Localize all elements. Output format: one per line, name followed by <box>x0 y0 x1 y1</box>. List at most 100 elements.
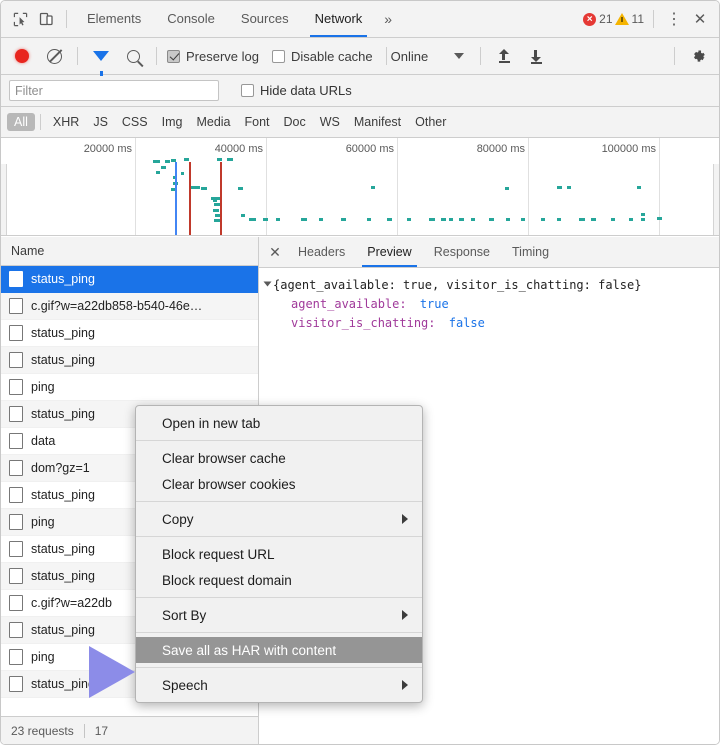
context-menu-item[interactable]: Copy <box>136 506 422 532</box>
record-button[interactable] <box>9 43 35 69</box>
context-menu-separator <box>136 667 422 668</box>
error-counter[interactable]: × 21 <box>583 12 613 26</box>
context-menu-item[interactable]: Open in new tab <box>136 410 422 436</box>
hide-data-urls-checkbox[interactable] <box>241 84 254 97</box>
detail-tab-preview[interactable]: Preview <box>356 237 422 267</box>
preview-root-line[interactable]: {agent_available: true, visitor_is_chatt… <box>263 276 719 295</box>
request-name-label: c.gif?w=a22db <box>31 596 112 610</box>
overview-tick-label: 20000 ms <box>83 143 132 155</box>
context-menu-item[interactable]: Sort By <box>136 602 422 628</box>
document-icon <box>9 595 23 611</box>
context-menu-item[interactable]: Speech <box>136 672 422 698</box>
context-menu-item-label: Sort By <box>162 607 207 623</box>
type-filter-all[interactable]: All <box>7 113 35 131</box>
context-menu-item-label: Copy <box>162 511 194 527</box>
tab-console[interactable]: Console <box>154 1 228 37</box>
type-filter-doc[interactable]: Doc <box>277 113 313 131</box>
request-name-label: status_ping <box>31 326 95 340</box>
overview-request-marker <box>213 199 217 202</box>
context-menu-item[interactable]: Save all as HAR with content <box>136 637 422 663</box>
request-name-label: status_ping <box>31 353 95 367</box>
request-row[interactable]: status_ping <box>1 347 258 374</box>
import-har-button[interactable] <box>491 43 517 69</box>
tab-network[interactable]: Network <box>302 1 376 37</box>
hide-data-urls-label[interactable]: Hide data URLs <box>260 83 352 98</box>
type-filter-img[interactable]: Img <box>155 113 190 131</box>
type-filter-ws[interactable]: WS <box>313 113 347 131</box>
netbar-divider-3 <box>385 47 387 65</box>
filter-toggle-button[interactable] <box>88 43 114 76</box>
detail-tab-response[interactable]: Response <box>423 237 501 267</box>
overview-request-marker <box>371 186 375 189</box>
request-row[interactable]: ping <box>1 374 258 401</box>
request-row[interactable]: status_ping <box>1 266 258 293</box>
status-divider <box>83 723 85 738</box>
overview-right-grip[interactable] <box>713 164 719 235</box>
request-name-label: ping <box>31 650 55 664</box>
tab-sources[interactable]: Sources <box>228 1 302 37</box>
overview-request-marker <box>263 218 268 221</box>
type-filter-xhr[interactable]: XHR <box>46 113 86 131</box>
context-menu-item[interactable]: Clear browser cookies <box>136 471 422 497</box>
preview-root-text: {agent_available: true, visitor_is_chatt… <box>273 278 642 292</box>
context-menu-item[interactable]: Block request URL <box>136 541 422 567</box>
type-filter-row: All XHR JS CSS Img Media Font Doc WS Man… <box>1 107 719 138</box>
throttling-select[interactable]: Online <box>389 49 467 64</box>
settings-gear-button[interactable] <box>685 43 711 69</box>
detail-tab-headers[interactable]: Headers <box>287 237 356 267</box>
type-filter-css[interactable]: CSS <box>115 113 155 131</box>
more-options-icon[interactable]: ⋮ <box>661 6 687 32</box>
preserve-log-checkbox[interactable] <box>167 49 180 63</box>
context-menu-item-label: Speech <box>162 677 208 693</box>
overview-request-marker <box>249 218 256 221</box>
warning-counter[interactable]: 11 <box>614 12 644 26</box>
tab-elements[interactable]: Elements <box>74 1 154 37</box>
clear-button[interactable] <box>41 43 67 69</box>
disable-cache-checkbox[interactable] <box>271 49 285 63</box>
request-name-label: status_ping <box>31 569 95 583</box>
document-icon <box>9 352 23 368</box>
document-icon <box>9 406 23 422</box>
filter-row: Hide data URLs <box>1 75 719 107</box>
context-menu-item-label: Save all as HAR with content <box>162 642 337 658</box>
netbar-divider-5 <box>674 47 675 65</box>
device-toolbar-icon[interactable] <box>33 6 59 32</box>
type-filter-js[interactable]: JS <box>86 113 115 131</box>
overview-tick: 80000 ms <box>477 138 529 235</box>
type-filter-font[interactable]: Font <box>238 113 277 131</box>
context-menu-item[interactable]: Clear browser cache <box>136 445 422 471</box>
export-har-button[interactable] <box>523 43 549 69</box>
search-button[interactable] <box>120 43 146 69</box>
more-tabs-icon[interactable]: » <box>375 11 401 27</box>
type-filter-other[interactable]: Other <box>408 113 453 131</box>
filter-input[interactable] <box>9 80 219 101</box>
expand-triangle-icon[interactable] <box>263 281 272 287</box>
preserve-log-label[interactable]: Preserve log <box>186 49 259 64</box>
context-menu-item[interactable]: Block request domain <box>136 567 422 593</box>
overview-left-grip[interactable] <box>1 164 7 235</box>
type-filter-manifest[interactable]: Manifest <box>347 113 408 131</box>
type-filter-media[interactable]: Media <box>189 113 237 131</box>
requests-count-label: 23 requests <box>11 723 74 738</box>
devtools-window: Elements Console Sources Network » × 21 … <box>0 0 720 745</box>
close-icon[interactable]: ✕ <box>687 6 713 32</box>
disable-cache-label[interactable]: Disable cache <box>291 49 373 64</box>
overview-request-marker <box>611 218 615 221</box>
load-event-marker <box>189 162 191 235</box>
request-list-header[interactable]: Name <box>1 237 258 266</box>
request-name-label: status_ping <box>31 623 95 637</box>
overview-request-marker <box>629 218 633 221</box>
context-menu-separator <box>136 597 422 598</box>
network-overview-timeline[interactable]: 20000 ms 40000 ms 60000 ms 80000 ms 100000 m… <box>1 138 719 236</box>
overview-request-marker <box>191 186 200 189</box>
overview-tick-label: 40000 ms <box>214 143 263 155</box>
network-context-menu[interactable]: Open in new tab Clear browser cache Clear … <box>135 405 423 703</box>
close-detail-icon[interactable]: ✕ <box>263 240 287 264</box>
overview-tick-label: 80000 ms <box>476 143 525 155</box>
request-row[interactable]: status_ping <box>1 320 258 347</box>
overview-request-marker <box>217 158 222 161</box>
detail-tab-timing[interactable]: Timing <box>501 237 560 267</box>
request-row[interactable]: c.gif?w=a22db858-b540-46e… <box>1 293 258 320</box>
inspect-element-icon[interactable] <box>7 6 33 32</box>
overview-request-marker <box>641 213 645 216</box>
